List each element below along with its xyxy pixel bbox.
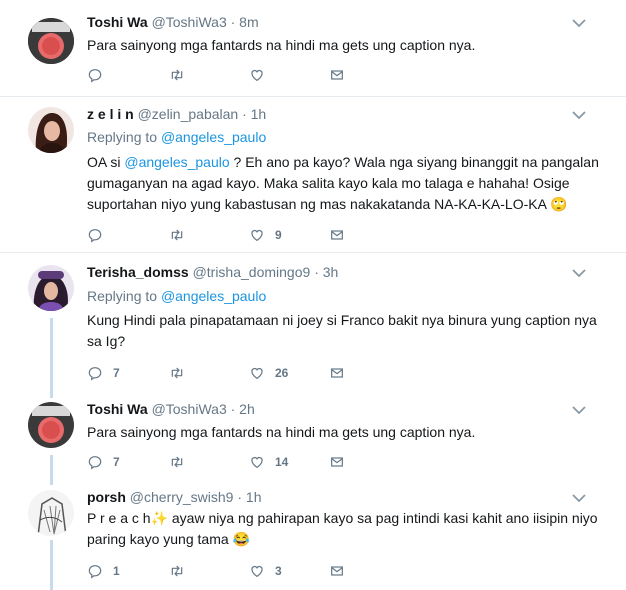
reply-icon — [87, 454, 103, 470]
reply-count: 7 — [113, 455, 120, 469]
like-count: 26 — [275, 366, 289, 380]
dm-button[interactable] — [329, 226, 345, 244]
display-name[interactable]: Toshi Wa — [87, 401, 148, 417]
like-count: 14 — [275, 455, 289, 469]
chevron-down-icon[interactable] — [572, 493, 586, 503]
like-button[interactable]: 26 — [249, 364, 288, 382]
timestamp[interactable]: · 8m — [231, 14, 259, 30]
dm-icon — [329, 454, 345, 470]
like-button[interactable]: 14 — [249, 453, 288, 471]
like-icon — [249, 454, 265, 470]
tweet-text: Para sainyong mga fantards na hindi ma g… — [87, 37, 476, 53]
handle[interactable]: @cherry_swish9 — [130, 489, 234, 505]
avatar-image — [28, 490, 74, 536]
reply-button[interactable]: 1 — [87, 562, 120, 580]
avatar[interactable] — [28, 265, 74, 311]
reply-count: 1 — [113, 564, 120, 578]
chevron-down-icon[interactable] — [572, 18, 586, 28]
tweet-2[interactable]: z e l i n @zelin_pabalan · 1h Replying t… — [0, 97, 626, 252]
dm-button[interactable] — [329, 453, 345, 471]
like-count: 3 — [275, 564, 282, 578]
replying-to-label: Replying to — [87, 129, 158, 145]
tweet-1[interactable]: Toshi Wa @ToshiWa3 · 8m Para sainyong mg… — [0, 0, 626, 96]
like-icon — [249, 227, 265, 243]
chevron-down-icon[interactable] — [572, 405, 586, 415]
tweet-text-part: OA si — [87, 154, 125, 170]
tweet-text: OA si @angeles_paulo ? Eh ano pa kayo? W… — [87, 152, 607, 215]
tweet-3[interactable]: Terisha_domss @trisha_domingo9 · 3h Repl… — [0, 253, 626, 393]
timestamp[interactable]: · 2h — [231, 401, 255, 417]
like-count: 9 — [275, 228, 282, 242]
retweet-icon — [169, 67, 185, 83]
avatar-image — [28, 402, 74, 448]
replying-to: Replying to @angeles_paulo — [87, 288, 266, 304]
chevron-down-icon[interactable] — [572, 110, 586, 120]
like-icon — [249, 563, 265, 579]
reply-count: 7 — [113, 366, 120, 380]
replying-to-label: Replying to — [87, 288, 158, 304]
reply-button[interactable]: 7 — [87, 453, 120, 471]
tweet-5[interactable]: porsh @cherry_swish9 · 1h P r e a c h✨ a… — [0, 478, 626, 590]
handle[interactable]: @trisha_domingo9 — [193, 264, 311, 280]
reply-icon — [87, 227, 103, 243]
chevron-down-icon[interactable] — [572, 268, 586, 278]
display-name[interactable]: Toshi Wa — [87, 14, 148, 30]
display-name[interactable]: z e l i n — [87, 106, 134, 122]
retweet-button[interactable] — [169, 226, 185, 244]
like-button[interactable]: 3 — [249, 562, 282, 580]
reply-icon — [87, 563, 103, 579]
dm-icon — [329, 227, 345, 243]
tweet-text: P r e a c h✨ ayaw niya ng pahirapan kayo… — [87, 508, 607, 550]
retweet-button[interactable] — [169, 453, 185, 471]
retweet-button[interactable] — [169, 562, 185, 580]
avatar[interactable] — [28, 402, 74, 448]
reply-icon — [87, 67, 103, 83]
replying-to: Replying to @angeles_paulo — [87, 129, 266, 145]
dm-button[interactable] — [329, 562, 345, 580]
retweet-button[interactable] — [169, 364, 185, 382]
reply-button[interactable]: 7 — [87, 364, 120, 382]
like-icon — [249, 67, 265, 83]
dm-button[interactable] — [329, 364, 345, 382]
timestamp[interactable]: · 1h — [242, 106, 266, 122]
retweet-icon — [169, 454, 185, 470]
tweet-text-part: P r e a c h — [87, 510, 151, 526]
like-button[interactable] — [249, 66, 265, 84]
retweet-icon — [169, 365, 185, 381]
sparkle-emoji: ✨ — [150, 510, 168, 526]
retweet-icon — [169, 227, 185, 243]
tweet-4[interactable]: Toshi Wa @ToshiWa3 · 2h Para sainyong mg… — [0, 393, 626, 478]
dm-icon — [329, 563, 345, 579]
timestamp[interactable]: · 3h — [314, 264, 338, 280]
retweet-icon — [169, 563, 185, 579]
display-name[interactable]: Terisha_domss — [87, 264, 189, 280]
avatar[interactable] — [28, 18, 74, 64]
dm-button[interactable] — [329, 66, 345, 84]
replying-to-link[interactable]: @angeles_paulo — [161, 288, 266, 304]
reply-button[interactable] — [87, 226, 103, 244]
avatar-image — [28, 18, 74, 64]
handle[interactable]: @ToshiWa3 — [152, 14, 227, 30]
handle[interactable]: @ToshiWa3 — [152, 401, 227, 417]
display-name[interactable]: porsh — [87, 489, 126, 505]
replying-to-link[interactable]: @angeles_paulo — [161, 129, 266, 145]
reply-icon — [87, 365, 103, 381]
retweet-button[interactable] — [169, 66, 185, 84]
dm-icon — [329, 365, 345, 381]
like-button[interactable]: 9 — [249, 226, 282, 244]
tweet-text: Kung Hindi pala pinapatamaan ni joey si … — [87, 312, 597, 349]
reply-button[interactable] — [87, 66, 103, 84]
dm-icon — [329, 67, 345, 83]
avatar[interactable] — [28, 490, 74, 536]
tweet-text: Para sainyong mga fantards na hindi ma g… — [87, 424, 476, 440]
avatar[interactable] — [28, 107, 74, 153]
mention-link[interactable]: @angeles_paulo — [124, 154, 229, 170]
timestamp[interactable]: · 1h — [237, 489, 261, 505]
avatar-image — [28, 107, 74, 153]
like-icon — [249, 365, 265, 381]
avatar-image — [28, 265, 74, 311]
handle[interactable]: @zelin_pabalan — [138, 106, 239, 122]
